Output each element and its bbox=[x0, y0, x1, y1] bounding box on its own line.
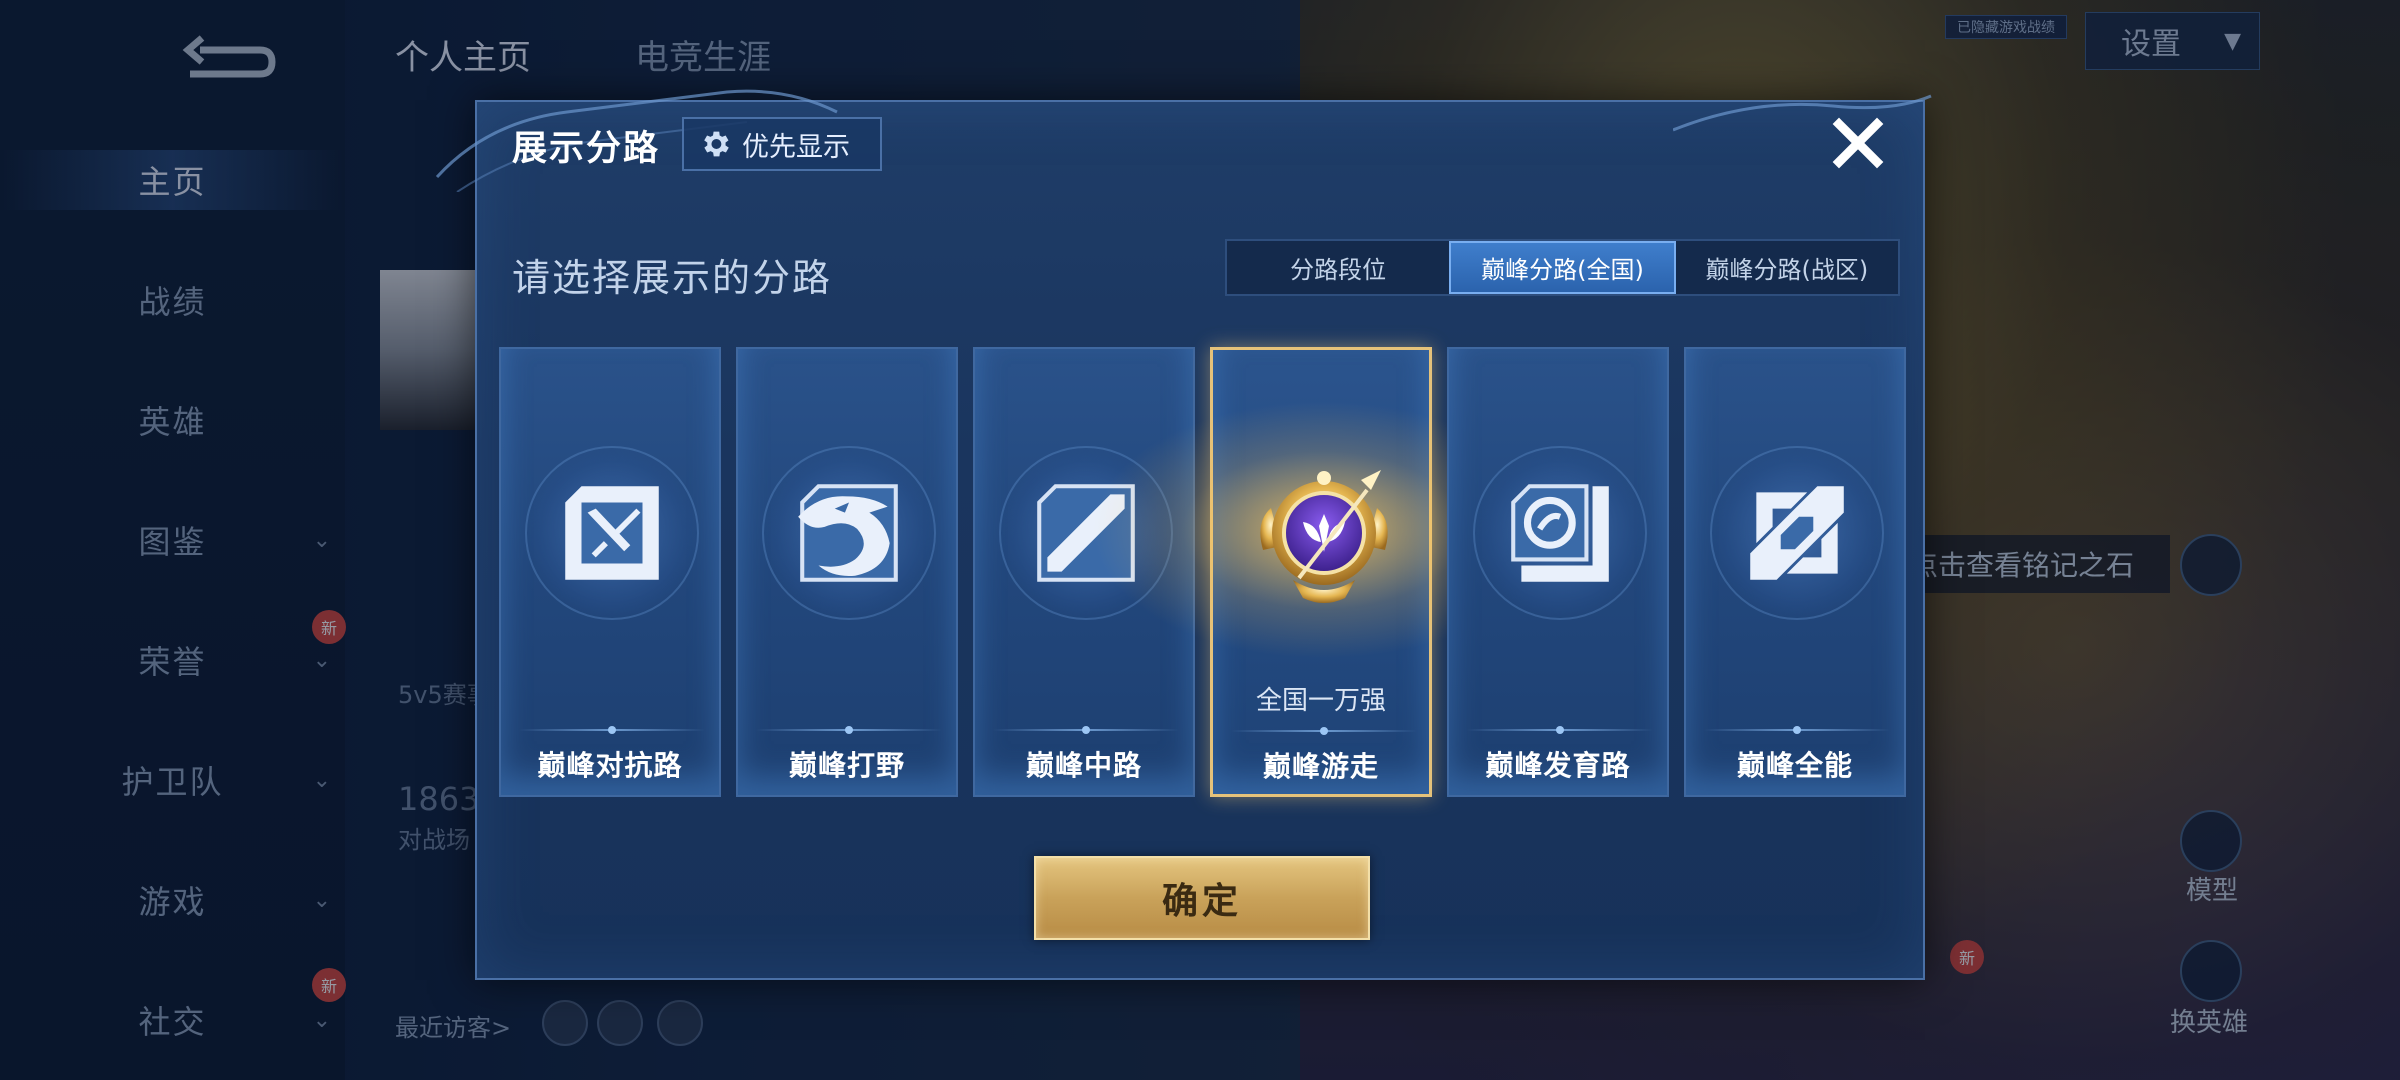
lane-source-segmented-control: 分路段位 巅峰分路(全国) 巅峰分路(战区) bbox=[1225, 239, 1900, 296]
lane-card-jungle[interactable]: 巅峰打野 bbox=[736, 347, 958, 797]
all-round-icon bbox=[1750, 486, 1844, 580]
confirm-button[interactable]: 确定 bbox=[1034, 856, 1370, 940]
lane-label: 巅峰打野 bbox=[788, 749, 905, 782]
lane-card-farm[interactable]: 巅峰发育路 bbox=[1447, 347, 1669, 797]
lane-label: 巅峰发育路 bbox=[1485, 749, 1631, 782]
gear-icon bbox=[704, 131, 729, 157]
divider bbox=[1467, 726, 1653, 734]
lane-label: 巅峰游走 bbox=[1262, 750, 1379, 783]
dialog-subtitle: 请选择展示的分路 bbox=[512, 256, 833, 300]
lane-card-mid[interactable]: 巅峰中路 bbox=[973, 347, 1195, 797]
lane-label: 巅峰全能 bbox=[1736, 749, 1853, 782]
roam-emblem-icon bbox=[1260, 470, 1388, 603]
tab-peak-lane-national[interactable]: 巅峰分路(全国) bbox=[1449, 241, 1676, 294]
priority-button-label: 优先显示 bbox=[742, 131, 850, 163]
mid-lane-icon bbox=[1037, 484, 1135, 582]
divider bbox=[519, 726, 705, 734]
divider bbox=[1704, 726, 1890, 734]
lane-label: 巅峰中路 bbox=[1025, 749, 1142, 782]
lane-card-list: 巅峰对抗路 巅峰打野 巅峰中路 全国一万强 巅峰游走 巅峰发育路 巅峰全能 bbox=[499, 347, 1906, 797]
lane-card-all-round[interactable]: 巅峰全能 bbox=[1684, 347, 1906, 797]
jungle-dragon-icon bbox=[798, 484, 898, 582]
lane-card-roam[interactable]: 全国一万强 巅峰游走 bbox=[1073, 347, 1573, 797]
divider bbox=[1231, 727, 1417, 735]
tab-peak-lane-region[interactable]: 巅峰分路(战区) bbox=[1676, 241, 1898, 294]
close-button[interactable] bbox=[1829, 114, 1887, 172]
lane-label: 巅峰对抗路 bbox=[537, 749, 683, 782]
close-icon bbox=[1832, 117, 1884, 169]
divider bbox=[993, 726, 1179, 734]
clash-lane-icon bbox=[565, 486, 659, 580]
divider bbox=[756, 726, 942, 734]
dialog-title: 展示分路 bbox=[512, 129, 661, 169]
farm-lane-icon bbox=[1511, 484, 1609, 582]
rank-text: 全国一万强 bbox=[1255, 686, 1386, 716]
lane-display-dialog: 展示分路 优先显示 请选择展示的分路 分路段位 巅峰分路(全国) 巅峰分路(战区… bbox=[435, 89, 1932, 980]
lane-card-clash[interactable]: 巅峰对抗路 bbox=[499, 347, 721, 797]
priority-display-button[interactable]: 优先显示 bbox=[682, 117, 882, 171]
tab-lane-rank[interactable]: 分路段位 bbox=[1227, 241, 1449, 294]
